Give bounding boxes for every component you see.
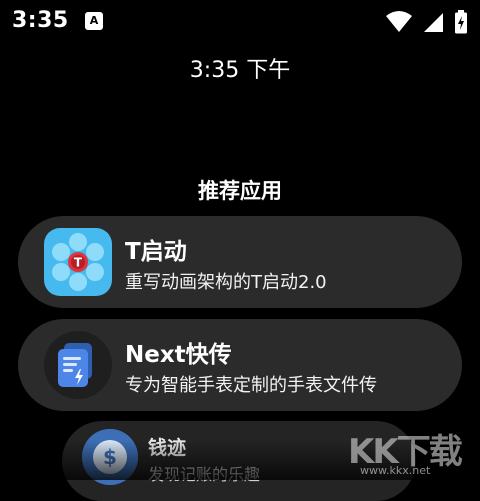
dollar-coin-icon: $: [82, 429, 138, 485]
t-launcher-app-icon: T: [44, 228, 112, 296]
app-description: 专为智能手表定制的手表文件传: [125, 375, 377, 396]
wifi-icon: [386, 11, 412, 32]
qianji-app-icon: $: [82, 429, 138, 485]
t-launcher-logo-icon: T: [44, 228, 112, 296]
cellular-signal-icon: [424, 13, 443, 32]
t-badge-letter: T: [74, 256, 83, 270]
app-card-t-launcher[interactable]: T T启动 重写动画架构的T启动2.0: [18, 216, 462, 308]
app-title: 钱迹: [148, 437, 187, 459]
app-card-next-transfer[interactable]: Next快传 专为智能手表定制的手表文件传: [18, 319, 462, 411]
status-icons: [386, 8, 468, 36]
app-title: T启动: [125, 239, 187, 265]
status-bar: 3:35 A: [0, 0, 480, 44]
battery-charging-icon: [455, 10, 467, 34]
watermark-logo: KK下载 www.kkx.net: [348, 420, 468, 477]
section-title: 推荐应用: [198, 179, 282, 203]
app-title: Next快传: [125, 342, 232, 368]
next-transfer-app-icon: [44, 331, 112, 399]
app-description: 重写动画架构的T启动2.0: [125, 272, 327, 293]
watermark-url: www.kkx.net: [360, 464, 431, 477]
clock-text: 3:35 下午: [189, 58, 291, 83]
notification-icon: A: [85, 12, 103, 30]
file-transfer-icon: [58, 343, 92, 387]
svg-text:$: $: [103, 445, 117, 469]
status-time: 3:35: [12, 8, 69, 33]
app-description: 发现记账的乐趣: [148, 465, 261, 484]
